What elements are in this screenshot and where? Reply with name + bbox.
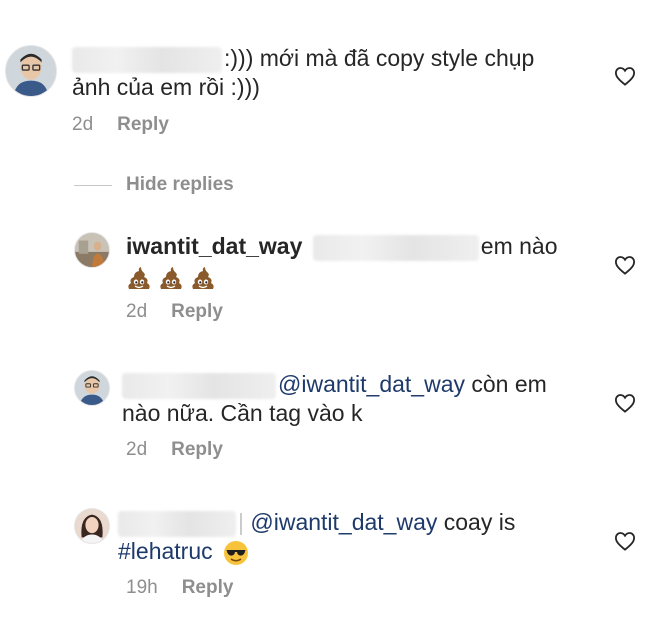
- heart-icon[interactable]: [614, 393, 636, 413]
- comment-username[interactable]: iwantit_dat_way: [126, 233, 302, 259]
- reply-button[interactable]: Reply: [171, 439, 223, 461]
- comment-text: :))) mới mà đã copy style chụp: [224, 45, 535, 71]
- comment-text: còn em: [465, 371, 547, 397]
- comment-text: ảnh của em rồi :))): [72, 74, 260, 100]
- avatar[interactable]: [74, 370, 110, 406]
- comment-time: 2d: [72, 114, 94, 135]
- avatar-outdoor-photo-icon: [75, 233, 109, 267]
- comment-text: coay is: [437, 509, 516, 535]
- hide-replies-label[interactable]: Hide replies: [126, 174, 234, 196]
- poo-emoji: [192, 266, 214, 289]
- avatar-man-glasses-icon: [6, 46, 56, 96]
- comment-text: nào nữa. Cần tag vào k: [122, 400, 363, 426]
- poo-emoji: [160, 266, 182, 289]
- comment-time: 19h: [126, 577, 158, 598]
- hashtag-link[interactable]: #lehatruc: [118, 538, 213, 564]
- avatar[interactable]: [74, 232, 110, 268]
- avatar[interactable]: [74, 508, 110, 544]
- reply-button[interactable]: Reply: [171, 301, 223, 323]
- comment-text: em nào: [480, 233, 558, 259]
- comment-time: 2d: [126, 439, 148, 460]
- mention-link[interactable]: @iwantit_dat_way: [278, 371, 465, 397]
- mention-link[interactable]: @iwantit_dat_way: [250, 509, 437, 535]
- hide-replies[interactable]: Hide replies: [74, 174, 234, 196]
- divider: [74, 184, 112, 186]
- sunglasses-emoji: [224, 540, 249, 565]
- avatar-woman-icon: [75, 509, 109, 543]
- redacted-username: [122, 372, 276, 399]
- reply-button[interactable]: Reply: [182, 577, 234, 599]
- poo-emoji: [128, 266, 150, 289]
- redacted-username: [118, 510, 236, 537]
- avatar[interactable]: [5, 45, 57, 97]
- comment-time: 2d: [126, 301, 148, 322]
- redacted-mention: [312, 234, 479, 261]
- heart-icon[interactable]: [614, 66, 636, 86]
- heart-icon[interactable]: [614, 255, 636, 275]
- heart-icon[interactable]: [614, 531, 636, 551]
- reply-button[interactable]: Reply: [117, 114, 169, 136]
- redacted-username: [72, 46, 222, 73]
- avatar-man-glasses-icon: [75, 371, 109, 405]
